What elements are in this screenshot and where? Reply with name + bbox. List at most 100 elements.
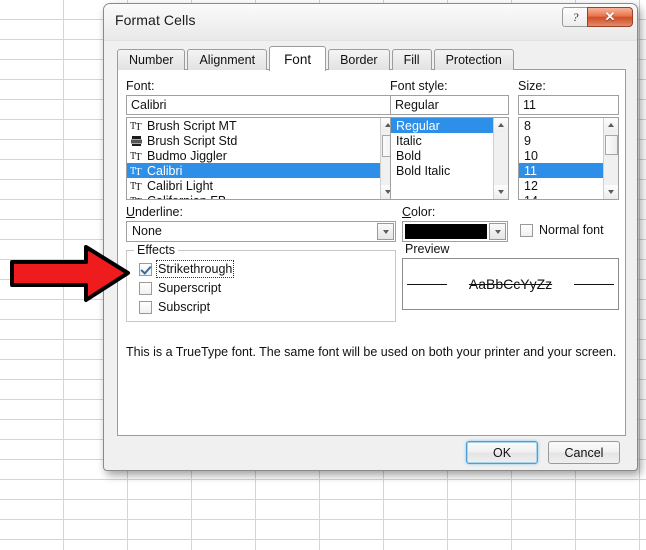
list-item-label: Regular	[396, 118, 440, 133]
strikethrough-checkbox[interactable]: Strikethrough	[139, 260, 235, 278]
list-item[interactable]: TT Brush Script MT	[127, 118, 380, 133]
size-list[interactable]: 8 9 10 11 12 14	[518, 117, 619, 200]
effects-group-title: Effects	[134, 243, 178, 257]
font-style-label: Font style:	[390, 79, 448, 93]
list-item[interactable]: 9	[519, 133, 603, 148]
normal-font-label: Normal font	[539, 223, 604, 237]
list-item[interactable]: 8	[519, 118, 603, 133]
list-item[interactable]: TT Budmo Jiggler	[127, 148, 380, 163]
preview-group-title: Preview	[402, 242, 453, 256]
dialog-title: Format Cells	[115, 12, 196, 28]
list-item-label: 12	[524, 178, 538, 193]
scrollbar-thumb[interactable]	[605, 135, 618, 155]
font-tab-panel: Font: Calibri TT Brush Script MT Brush S…	[117, 69, 626, 436]
size-label: Size:	[518, 79, 546, 93]
list-item-label: Budmo Jiggler	[147, 148, 227, 163]
superscript-checkbox[interactable]: Superscript	[139, 281, 221, 295]
underline-dropdown[interactable]: None	[126, 221, 396, 242]
list-item-label: 11	[524, 163, 537, 178]
scroll-down-icon[interactable]	[494, 185, 508, 199]
ok-button[interactable]: OK	[466, 441, 538, 464]
help-icon[interactable]: ?	[562, 7, 589, 27]
list-item[interactable]: 12	[519, 178, 603, 193]
cancel-button[interactable]: Cancel	[548, 441, 620, 464]
list-item-label: Calibri Light	[147, 178, 214, 193]
svg-text:T: T	[135, 196, 142, 199]
tab-fill[interactable]: Fill	[391, 49, 432, 70]
list-item-selected[interactable]: Regular	[391, 118, 493, 133]
list-item[interactable]: 14	[519, 193, 603, 200]
list-item-label: 9	[524, 133, 531, 148]
font-label: Font:	[126, 79, 155, 93]
list-item-label: Brush Script Std	[147, 133, 238, 148]
truetype-icon: TT	[130, 164, 143, 177]
truetype-icon: TT	[130, 149, 143, 162]
list-item-label: 8	[524, 118, 531, 133]
list-item[interactable]: Bold	[391, 148, 493, 163]
chevron-down-icon[interactable]	[377, 223, 394, 240]
checkbox-icon	[520, 223, 533, 237]
svg-text:T: T	[135, 181, 142, 192]
dialog-titlebar[interactable]: Format Cells ? ✕	[104, 4, 637, 41]
list-item-label: Calibri	[147, 163, 183, 178]
chevron-down-icon[interactable]	[489, 223, 506, 240]
normal-font-checkbox[interactable]: Normal font	[520, 223, 604, 237]
list-item-selected[interactable]: 11	[519, 163, 603, 178]
list-item[interactable]: Brush Script Std	[127, 133, 380, 148]
truetype-icon: TT	[130, 179, 143, 192]
tab-number[interactable]: Number	[117, 49, 186, 70]
font-description: This is a TrueType font. The same font w…	[126, 345, 617, 359]
preview-box: AaBbCcYyZz	[402, 258, 619, 310]
printer-font-icon	[130, 134, 143, 147]
checkbox-checked-icon	[139, 262, 152, 276]
list-item-label: 14	[524, 194, 538, 200]
preview-group: Preview AaBbCcYyZz	[402, 242, 619, 322]
size-list-scrollbar[interactable]	[603, 118, 618, 199]
color-swatch	[405, 224, 487, 239]
list-item-label: Italic	[396, 133, 422, 148]
scroll-up-icon[interactable]	[604, 118, 618, 132]
tab-alignment[interactable]: Alignment	[187, 49, 268, 70]
color-dropdown[interactable]	[402, 221, 508, 242]
tab-bar: Number Alignment Font Border Fill Protec…	[117, 46, 516, 71]
list-item-label: Brush Script MT	[147, 118, 237, 133]
list-item-label: Bold Italic	[396, 163, 451, 178]
list-item[interactable]: TT Calibri Light	[127, 178, 380, 193]
checkbox-icon	[139, 300, 152, 314]
list-item-label: 10	[524, 148, 538, 163]
checkbox-icon	[139, 281, 152, 295]
font-name-input[interactable]: Calibri	[126, 95, 396, 115]
superscript-label: Superscript	[158, 281, 222, 295]
list-item[interactable]: Bold Italic	[391, 163, 493, 178]
list-item[interactable]: TT Californian FB	[127, 193, 380, 200]
font-list[interactable]: TT Brush Script MT Brush Script Std TT B…	[126, 117, 396, 200]
scroll-down-icon[interactable]	[604, 185, 618, 199]
scroll-up-icon[interactable]	[494, 118, 508, 132]
truetype-icon: TT	[130, 194, 143, 199]
close-icon[interactable]: ✕	[587, 7, 633, 27]
list-item-selected[interactable]: TT Calibri	[127, 163, 380, 178]
svg-text:T: T	[135, 121, 142, 132]
tab-protection[interactable]: Protection	[433, 49, 514, 70]
underline-label: Underline:	[126, 205, 183, 219]
list-item[interactable]: Italic	[391, 133, 493, 148]
size-input[interactable]: 11	[518, 95, 619, 115]
color-label: Color:	[402, 205, 436, 219]
subscript-label: Subscript	[158, 300, 211, 314]
annotation-arrow	[10, 245, 130, 302]
format-cells-dialog: Format Cells ? ✕ Number Alignment Font B…	[103, 3, 638, 471]
font-style-list[interactable]: Regular Italic Bold Bold Italic	[390, 117, 509, 200]
effects-group: Effects Strikethrough Superscript Subscr…	[126, 243, 396, 322]
font-style-input[interactable]: Regular	[390, 95, 509, 115]
strikethrough-label: Strikethrough	[155, 260, 235, 278]
svg-text:T: T	[135, 151, 142, 162]
subscript-checkbox[interactable]: Subscript	[139, 300, 210, 314]
screen: Format Cells ? ✕ Number Alignment Font B…	[0, 0, 646, 550]
tab-font[interactable]: Font	[269, 46, 327, 71]
list-item-label: Bold	[396, 148, 422, 163]
font-style-list-scrollbar[interactable]	[493, 118, 508, 199]
list-item[interactable]: 10	[519, 148, 603, 163]
underline-value: None	[132, 224, 162, 238]
tab-border[interactable]: Border	[328, 49, 390, 70]
svg-text:T: T	[135, 166, 142, 177]
